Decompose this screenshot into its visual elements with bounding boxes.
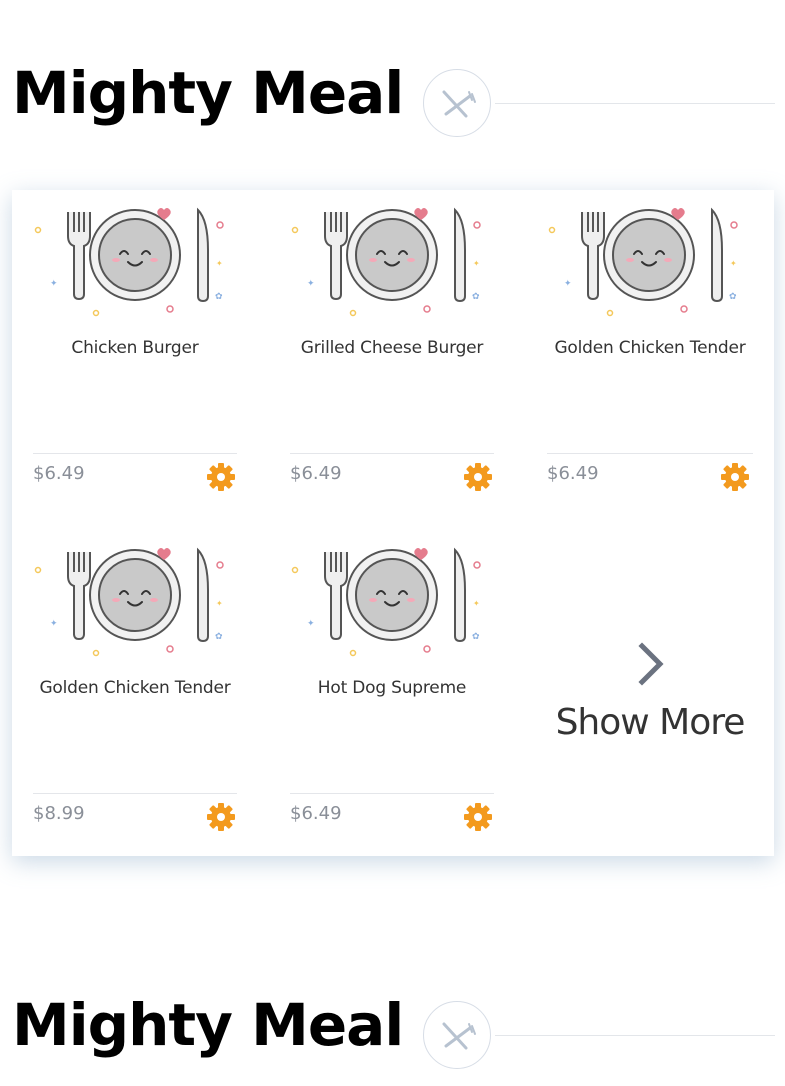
card-divider — [33, 793, 237, 794]
menu-item-price: $6.49 — [547, 463, 599, 484]
menu-item-name: Grilled Cheese Burger — [300, 338, 484, 358]
show-more-button[interactable]: Show More — [526, 532, 774, 852]
plate-illustration: ✦ ✿ ✦ — [291, 207, 481, 317]
svg-text:✦: ✦ — [216, 259, 223, 268]
gear-icon[interactable] — [463, 802, 493, 832]
card-divider — [290, 453, 494, 454]
svg-text:✿: ✿ — [729, 292, 737, 302]
svg-text:✿: ✿ — [215, 632, 223, 642]
section-divider — [495, 103, 775, 104]
svg-text:✿: ✿ — [472, 632, 480, 642]
svg-text:✦: ✦ — [50, 619, 58, 629]
menu-item-price: $6.49 — [290, 463, 342, 484]
gear-icon[interactable] — [206, 802, 236, 832]
menu-item-name: Hot Dog Supreme — [317, 678, 467, 698]
menu-card[interactable]: ✦ ✿ ✦ Chicken Burger $6.49 — [12, 192, 258, 512]
menu-item-name: Chicken Burger — [71, 338, 199, 358]
chevron-right-icon — [638, 642, 664, 686]
menu-item-name: Golden Chicken Tender — [554, 338, 746, 358]
svg-text:✦: ✦ — [307, 619, 315, 629]
svg-text:✦: ✦ — [50, 279, 58, 289]
card-divider — [33, 453, 237, 454]
svg-text:✦: ✦ — [307, 279, 315, 289]
menu-card[interactable]: ✦ ✿ ✦ Golden Chicken Tender $6.49 — [526, 192, 774, 512]
card-divider — [547, 453, 753, 454]
menu-item-price: $6.49 — [290, 803, 342, 824]
svg-text:✿: ✿ — [472, 292, 480, 302]
gear-icon[interactable] — [206, 462, 236, 492]
menu-card[interactable]: ✦ ✿ ✦ Grilled Cheese Burger $6.49 — [269, 192, 515, 512]
svg-text:✦: ✦ — [216, 599, 223, 608]
svg-text:✦: ✦ — [473, 259, 480, 268]
gear-icon[interactable] — [720, 462, 750, 492]
svg-text:✦: ✦ — [730, 259, 737, 268]
svg-text:✦: ✦ — [473, 599, 480, 608]
section-header: Mighty Meal — [0, 58, 785, 148]
section-divider — [495, 1035, 775, 1036]
svg-text:✿: ✿ — [215, 292, 223, 302]
plate-illustration: ✦ ✿ ✦ — [548, 207, 738, 317]
fork-knife-crossed-icon — [423, 1001, 491, 1069]
show-more-label: Show More — [555, 702, 746, 743]
card-divider — [290, 793, 494, 794]
svg-text:✦: ✦ — [564, 279, 572, 289]
section-header: Mighty Meal — [0, 990, 785, 1080]
menu-item-price: $6.49 — [33, 463, 85, 484]
menu-item-price: $8.99 — [33, 803, 85, 824]
section-title: Mighty Meal — [12, 991, 404, 1059]
plate-illustration: ✦ ✿ ✦ — [34, 547, 224, 657]
fork-knife-crossed-icon — [423, 69, 491, 137]
plate-illustration: ✦ ✿ ✦ — [34, 207, 224, 317]
plate-illustration: ✦ ✿ ✦ — [291, 547, 481, 657]
section-title: Mighty Meal — [12, 59, 404, 127]
menu-card[interactable]: ✦ ✿ ✦ Golden Chicken Tender $8.99 — [12, 532, 258, 852]
menu-card[interactable]: ✦ ✿ ✦ Hot Dog Supreme $6.49 — [269, 532, 515, 852]
gear-icon[interactable] — [463, 462, 493, 492]
menu-item-name: Golden Chicken Tender — [39, 678, 231, 698]
